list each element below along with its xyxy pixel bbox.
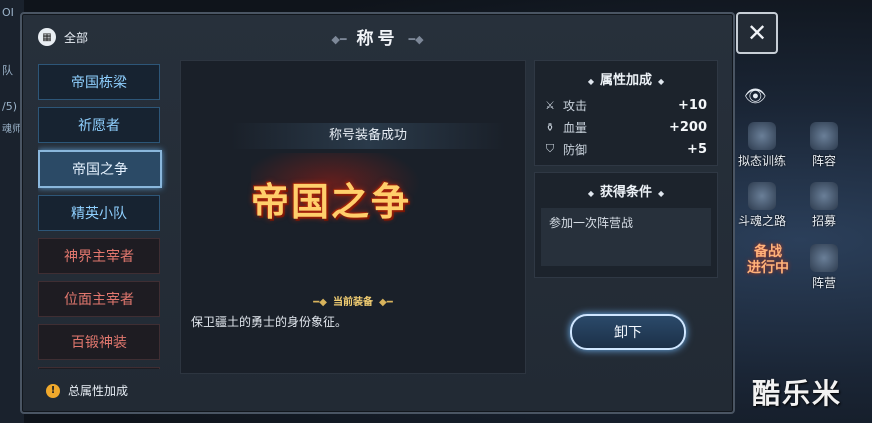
ornament-icon: ◆━	[331, 32, 347, 46]
stat-row-defense: ⛉ 防御 +5	[535, 138, 717, 160]
title-item-selected[interactable]: 帝国之争	[38, 150, 162, 188]
training-icon	[748, 122, 776, 150]
stat-row-hp: ⚱ 血量 +200	[535, 116, 717, 138]
info-icon: !	[46, 383, 60, 398]
stat-name: 防御	[563, 142, 588, 157]
title-item-label: 精英小队	[71, 206, 127, 222]
title-item-label: 神界主宰者	[64, 249, 134, 265]
title-preview: 称号装备成功 帝国之争 ━◆ 当前装备 ◆━ 保卫疆土的勇士的身份象征。	[180, 60, 526, 374]
stat-name: 血量	[563, 120, 588, 135]
bg-text: OI	[2, 6, 14, 19]
title-description: 保卫疆土的勇士的身份象征。	[191, 315, 348, 329]
stat-name: 攻击	[563, 98, 588, 113]
shield-icon: ⛉	[545, 142, 555, 155]
eye-icon[interactable]: 👁	[744, 86, 767, 107]
title-emblem: 帝国之争	[251, 180, 412, 224]
title-list[interactable]: 帝国栋梁 祈愿者 帝国之争 精英小队 神界主宰者 位面主宰者 百锻神装	[38, 64, 168, 369]
title-item[interactable]: 位面主宰者	[38, 281, 160, 317]
sword-icon: ⚔	[545, 98, 555, 112]
condition-title: ◆ 获得条件 ◆	[535, 173, 717, 200]
bg-text: /5)	[2, 100, 17, 113]
potion-icon: ⚱	[545, 120, 555, 134]
title-item[interactable]: 帝国栋梁	[38, 64, 160, 100]
title-item[interactable]: 祈愿者	[38, 107, 160, 143]
side-item-lineup[interactable]: 阵容	[798, 122, 850, 169]
camp-war-status-line1: 备战	[754, 244, 782, 260]
attribute-panel: ◆ 属性加成 ◆ ⚔ 攻击 +10 ⚱ 血量 +200 ⛉ 防御 +5	[534, 60, 718, 166]
condition-title-text: 获得条件	[599, 185, 652, 200]
bg-text: 队	[2, 64, 13, 77]
total-attribute-label: 总属性加成	[68, 384, 129, 398]
title-item-partial[interactable]	[38, 367, 160, 369]
recruit-icon	[810, 182, 838, 210]
ornament-icon: ━◆	[313, 297, 327, 308]
close-button[interactable]: ✕	[736, 12, 778, 54]
side-item-label: 阵容	[811, 154, 836, 168]
stat-value: +200	[668, 119, 707, 135]
bg-text: 魂师	[2, 124, 22, 135]
title-item-label: 祈愿者	[78, 118, 120, 134]
side-item-label: 招募	[811, 214, 836, 228]
side-item-mimic-training[interactable]: 拟态训练	[736, 122, 788, 169]
lineup-icon	[810, 122, 838, 150]
watermark: 酷乐米	[752, 377, 843, 410]
side-item-label: 斗魂之路	[737, 214, 786, 228]
title-item[interactable]: 百锻神装	[38, 324, 160, 360]
diamond-icon: ◆	[658, 189, 665, 198]
camp-war-status-line2: 进行中	[747, 260, 789, 276]
title-window: ▦ 全部 ◆━ 称号 ━◆ 帝国栋梁 祈愿者 帝国之争 精英小队 神界主宰者 位面主…	[20, 12, 735, 414]
current-equipped-label: ━◆ 当前装备 ◆━	[181, 293, 525, 308]
stat-row-attack: ⚔ 攻击 +10	[535, 94, 717, 116]
title-item-label: 位面主宰者	[64, 292, 134, 308]
unequip-button[interactable]: 卸下	[570, 314, 686, 350]
side-item-soul-road[interactable]: 斗魂之路	[736, 182, 788, 229]
stat-value: +5	[687, 141, 707, 157]
equip-success-message: 称号装备成功	[231, 123, 505, 149]
ornament-icon: ◆━	[379, 297, 393, 308]
condition-panel: ◆ 获得条件 ◆ 参加一次阵营战	[534, 172, 718, 278]
title-item[interactable]: 神界主宰者	[38, 238, 160, 274]
attribute-title: ◆ 属性加成 ◆	[535, 61, 717, 88]
soul-road-icon	[748, 182, 776, 210]
stat-value: +10	[678, 97, 707, 113]
camp-icon	[810, 244, 838, 272]
diamond-icon: ◆	[587, 77, 594, 86]
total-attribute-link[interactable]: ! 总属性加成	[46, 382, 128, 399]
side-item-recruit[interactable]: 招募	[798, 182, 850, 229]
title-item-label: 帝国之争	[72, 162, 128, 178]
title-item-label: 百锻神装	[71, 335, 127, 351]
window-title-text: 称号	[356, 29, 399, 49]
title-item-label: 帝国栋梁	[71, 75, 127, 91]
ornament-icon: ━◆	[408, 32, 424, 46]
current-equipped-text: 当前装备	[333, 297, 373, 308]
side-item-label: 阵营	[811, 276, 836, 290]
attribute-title-text: 属性加成	[599, 73, 652, 88]
diamond-icon: ◆	[658, 77, 665, 86]
diamond-icon: ◆	[587, 189, 594, 198]
title-item[interactable]: 精英小队	[38, 195, 160, 231]
window-title: ◆━ 称号 ━◆	[22, 24, 733, 49]
condition-text: 参加一次阵营战	[541, 208, 711, 266]
side-item-camp[interactable]: 阵营	[798, 244, 850, 291]
detail-column: ◆ 属性加成 ◆ ⚔ 攻击 +10 ⚱ 血量 +200 ⛉ 防御 +5 ◆ 获得…	[534, 60, 718, 372]
camp-war-status[interactable]: 备战 进行中	[736, 244, 800, 276]
side-item-label: 拟态训练	[737, 154, 786, 168]
